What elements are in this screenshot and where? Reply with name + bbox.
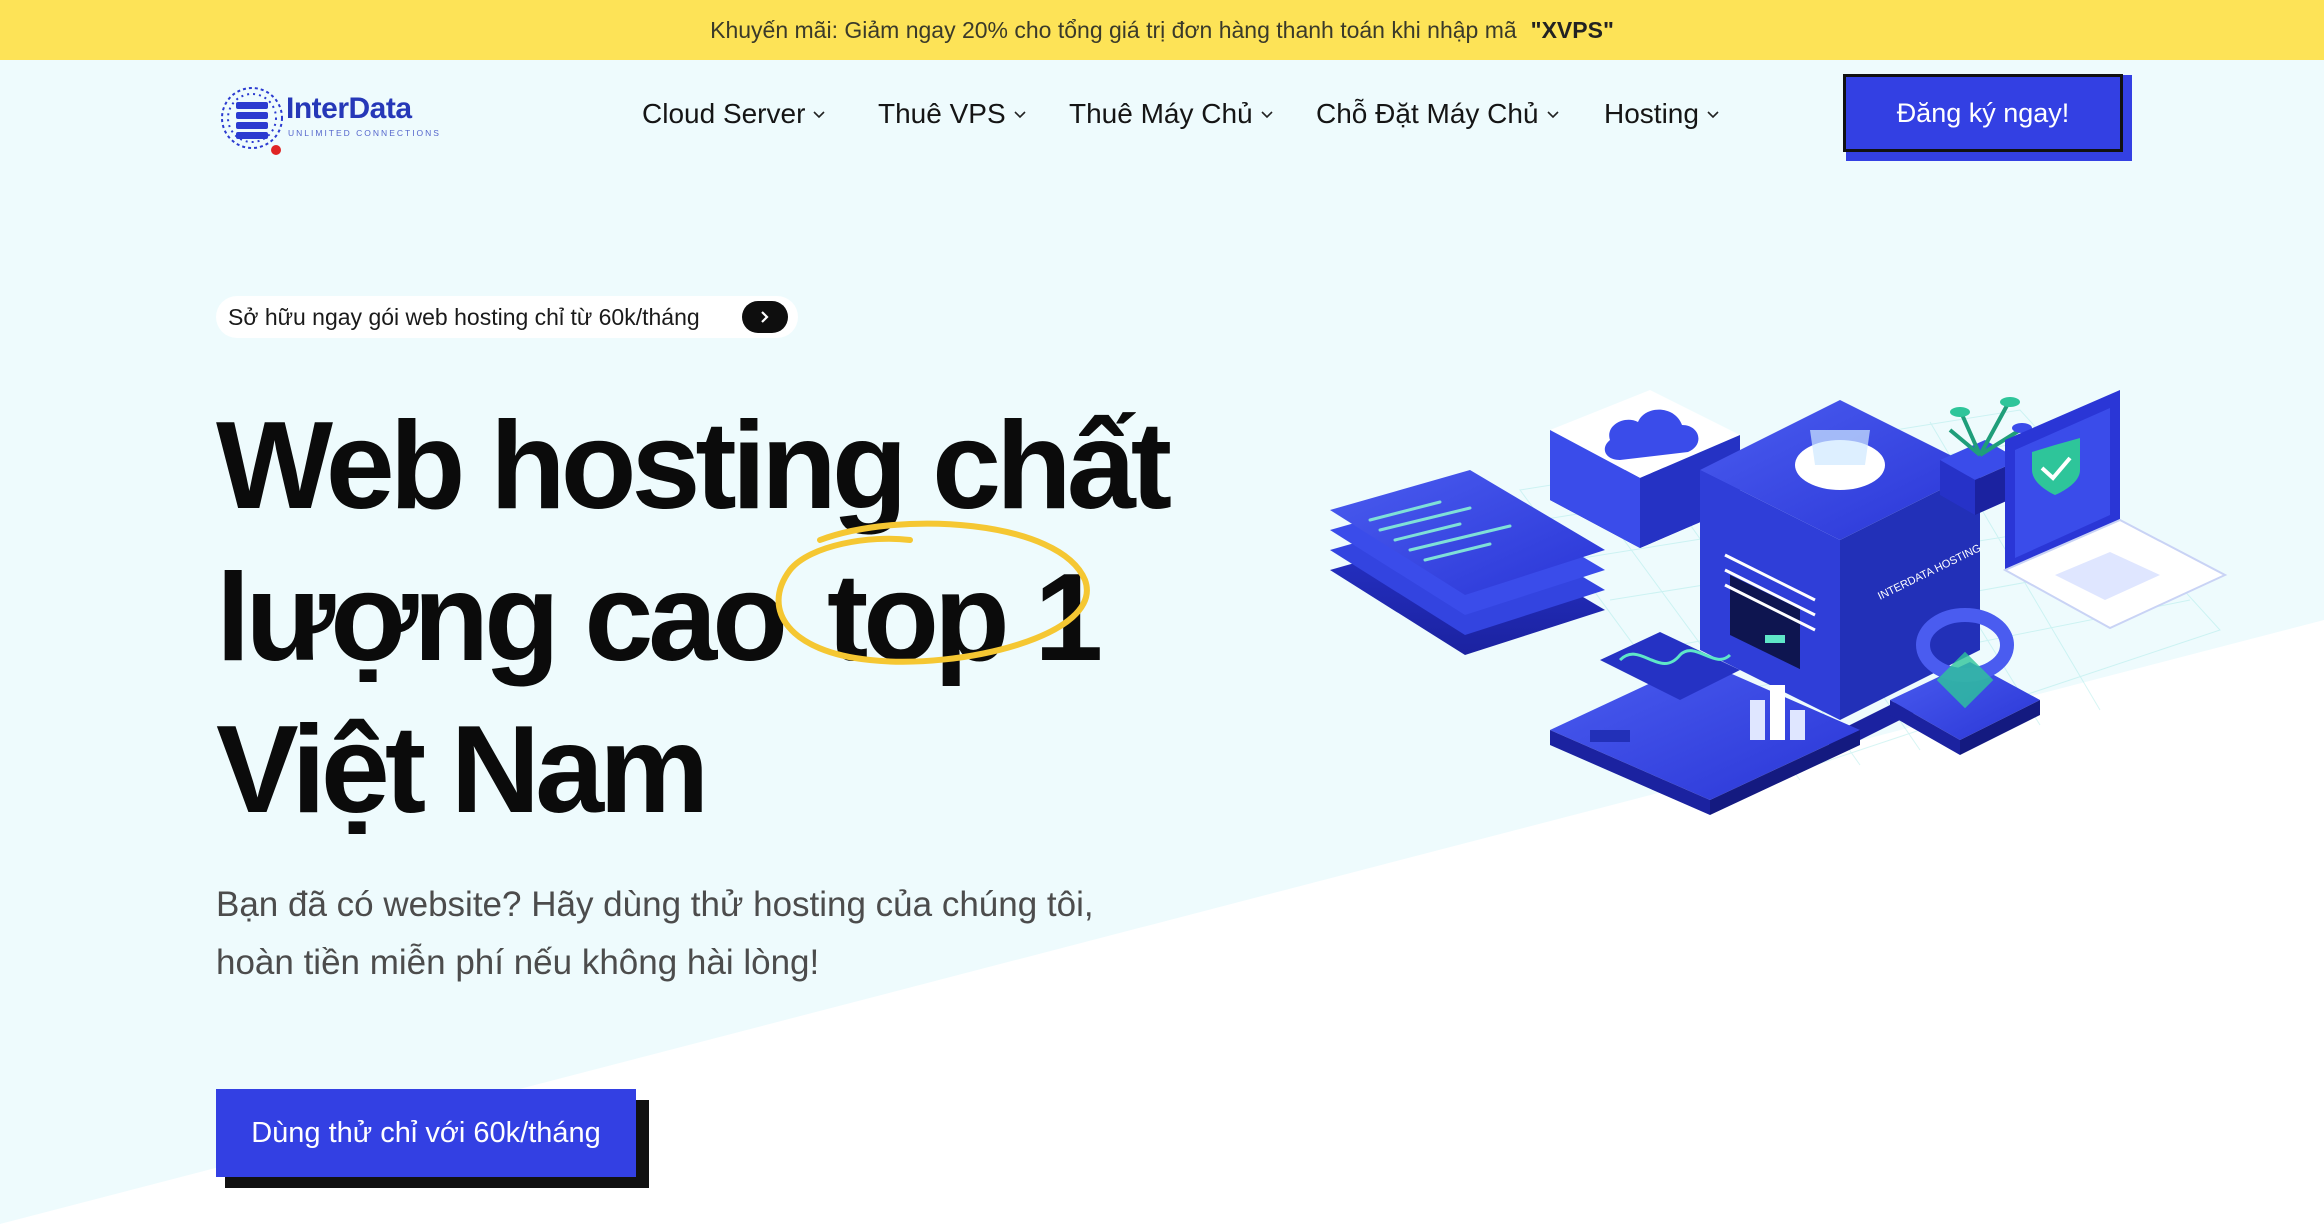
chevron-down-icon	[813, 111, 825, 119]
register-button[interactable]: Đăng ký ngay!	[1843, 74, 2123, 152]
nav-item-hosting[interactable]: Hosting	[1604, 98, 1721, 130]
nav-item-label: Cloud Server	[642, 98, 806, 129]
nav-item-thue-may-chu[interactable]: Thuê Máy Chủ	[1069, 98, 1275, 130]
nav-item-thue-vps[interactable]: Thuê VPS	[878, 98, 1028, 130]
chevron-down-icon	[1261, 111, 1273, 119]
headline-line-3: Việt Nam	[216, 701, 709, 839]
trial-button[interactable]: Dùng thử chỉ với 60k/tháng	[216, 1089, 636, 1177]
promo-pill[interactable]: Sở hữu ngay gói web hosting chỉ từ 60k/t…	[216, 296, 798, 338]
brand-tagline: UNLIMITED CONNECTIONS	[288, 128, 441, 138]
nav-item-label: Thuê VPS	[878, 98, 1006, 129]
brand-logo[interactable]: InterData UNLIMITED CONNECTIONS	[216, 74, 446, 160]
hero-subtext: Bạn đã có website? Hãy dùng thử hosting …	[216, 885, 1094, 982]
promo-pill-text: Sở hữu ngay gói web hosting chỉ từ 60k/t…	[228, 303, 700, 330]
nav-item-label: Hosting	[1604, 98, 1699, 129]
nav-item-label: Chỗ Đặt Máy Chủ	[1316, 98, 1539, 129]
highlight-circle-decoration	[775, 520, 1090, 665]
nav-item-cloud-server[interactable]: Cloud Server	[642, 98, 827, 130]
globe-icon	[221, 87, 283, 155]
chevron-down-icon	[1014, 111, 1026, 119]
promo-text: Khuyến mãi: Giảm ngay 20% cho tổng giá t…	[710, 16, 1517, 43]
laptop-icon	[2002, 390, 2228, 630]
promo-bar: Khuyến mãi: Giảm ngay 20% cho tổng giá t…	[0, 0, 2324, 60]
chevron-down-icon	[1707, 111, 1719, 119]
pill-arrow-button[interactable]	[742, 301, 788, 333]
brand-name: InterData	[286, 92, 412, 125]
hosting-illustration: INTERDATA HOSTING	[1330, 390, 2228, 815]
headline-line-2-start: lượng cao	[216, 549, 788, 687]
chevron-right-icon	[761, 311, 769, 323]
nav-item-cho-dat-may-chu[interactable]: Chỗ Đặt Máy Chủ	[1316, 98, 1561, 130]
chevron-down-icon	[1546, 111, 1559, 119]
nav-item-label: Thuê Máy Chủ	[1069, 98, 1253, 129]
promo-code: "XVPS"	[1530, 16, 1614, 43]
